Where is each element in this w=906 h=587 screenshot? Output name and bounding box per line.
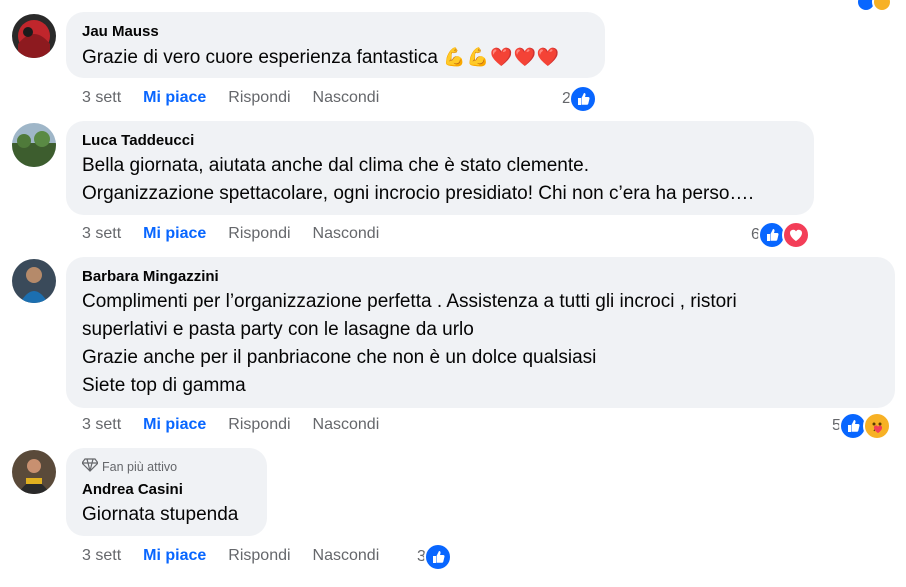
comment-bubble: Jau Mauss Grazie di vero cuore esperienz… (66, 12, 605, 78)
avatar[interactable] (12, 14, 56, 58)
avatar[interactable] (12, 450, 56, 494)
reaction-summary[interactable]: 3 (417, 543, 452, 571)
comment-author[interactable]: Andrea Casini (82, 480, 251, 499)
hide-button[interactable]: Nascondi (313, 416, 380, 434)
comment-body: Bella giornata, aiutata anche dal clima … (82, 155, 754, 204)
like-button[interactable]: Mi piace (143, 89, 206, 107)
previous-reactions[interactable] (856, 0, 892, 12)
comment-body: Giornata stupenda (82, 504, 239, 525)
reply-button[interactable]: Rispondi (228, 416, 290, 434)
avatar[interactable] (12, 123, 56, 167)
reply-button[interactable]: Rispondi (228, 547, 290, 565)
like-button[interactable]: Mi piace (143, 225, 206, 243)
reaction-summary[interactable]: 5 (832, 412, 891, 440)
hide-button[interactable]: Nascondi (313, 89, 380, 107)
comment-bubble: Luca Taddeucci Bella giornata, aiutata a… (66, 121, 814, 215)
love-icon (781, 221, 810, 249)
comment-author[interactable]: Jau Mauss (82, 22, 589, 41)
diamond-icon (81, 458, 99, 476)
comment-actions: 3 sett Mi piace Rispondi Nascondi (82, 416, 401, 434)
timestamp[interactable]: 3 sett (82, 547, 121, 565)
emoji-reactions: 💪💪❤️❤️❤️ (443, 47, 561, 67)
reply-button[interactable]: Rispondi (228, 225, 290, 243)
care-icon (862, 412, 891, 440)
timestamp[interactable]: 3 sett (82, 225, 121, 243)
like-icon (568, 85, 597, 113)
like-button[interactable]: Mi piace (143, 547, 206, 565)
hide-button[interactable]: Nascondi (313, 225, 380, 243)
comment-body: Complimenti per l’organizzazione perfett… (82, 291, 737, 396)
top-fan-badge: Fan più attivo (81, 458, 251, 476)
comment-actions: 3 sett Mi piace Rispondi Nascondi (82, 225, 401, 243)
hide-button[interactable]: Nascondi (313, 547, 380, 565)
comment-bubble: Barbara Mingazzini Complimenti per l’org… (66, 257, 895, 408)
comment-actions: 3 sett Mi piace Rispondi Nascondi (82, 89, 401, 107)
reaction-summary[interactable]: 6 (751, 221, 810, 249)
comment-actions: 3 sett Mi piace Rispondi Nascondi (82, 547, 401, 565)
comment-author[interactable]: Barbara Mingazzini (82, 267, 879, 286)
avatar[interactable] (12, 259, 56, 303)
comment-body: Grazie di vero cuore esperienza fantasti… (82, 47, 438, 68)
reaction-summary[interactable]: 2 (562, 85, 597, 113)
comment-author[interactable]: Luca Taddeucci (82, 131, 798, 150)
badge-label: Fan più attivo (102, 460, 178, 474)
like-icon (423, 543, 452, 571)
reply-button[interactable]: Rispondi (228, 89, 290, 107)
comment-text: Grazie di vero cuore esperienza fantasti… (82, 43, 589, 72)
comment-bubble: Fan più attivo Andrea Casini Giornata st… (66, 448, 267, 536)
timestamp[interactable]: 3 sett (82, 416, 121, 434)
timestamp[interactable]: 3 sett (82, 89, 121, 107)
like-button[interactable]: Mi piace (143, 416, 206, 434)
care-icon (872, 0, 892, 12)
